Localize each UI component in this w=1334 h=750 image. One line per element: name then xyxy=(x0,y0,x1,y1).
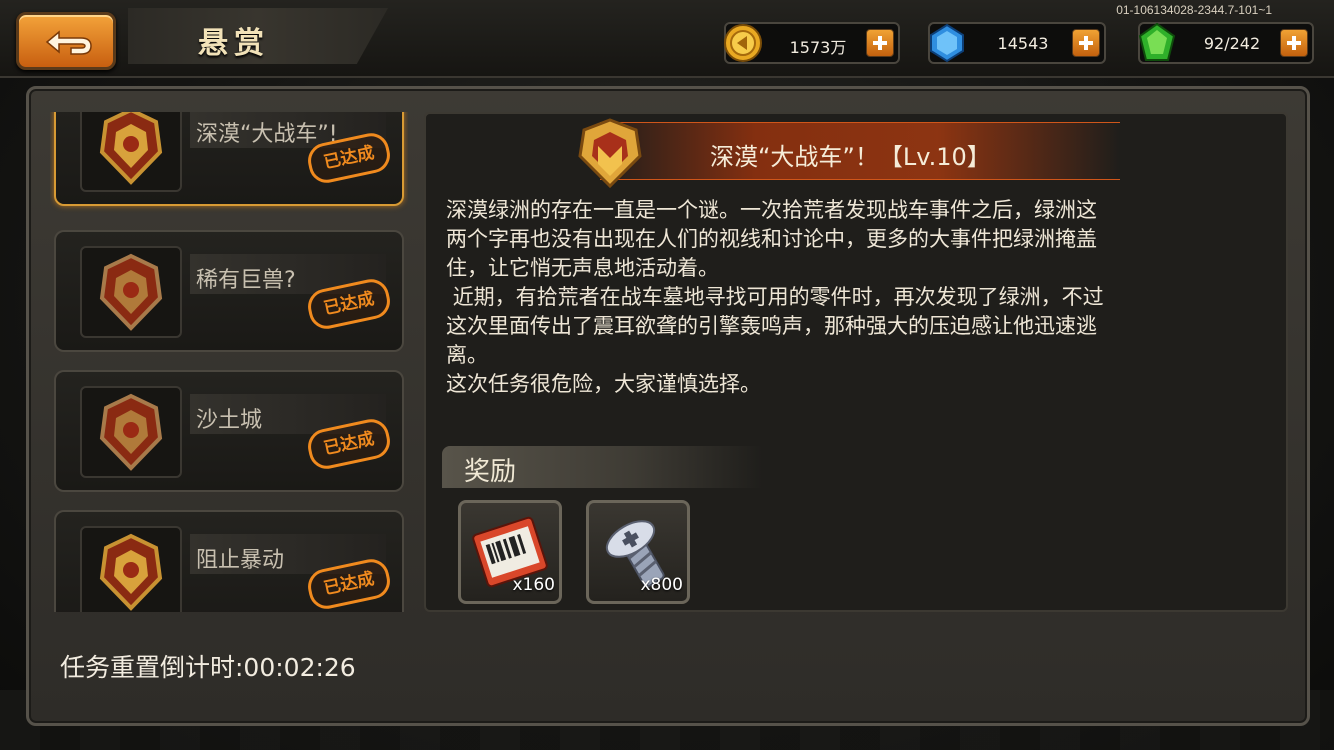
quest-description: 深漠绿洲的存在一直是一个谜。一次拾荒者发现战车事件之后，绿洲这 两个字再也没有出… xyxy=(446,198,1104,396)
blue-gem-icon xyxy=(930,23,964,63)
add-gold-button[interactable] xyxy=(866,29,894,57)
gem-resource: 14543 xyxy=(928,22,1106,64)
quest-detail-title: 深漠“大战车”！【Lv.10】 xyxy=(710,143,991,171)
reward-quantity: x800 xyxy=(640,575,683,595)
return-arrow-icon xyxy=(45,30,92,55)
quest-item-sand-city[interactable]: 沙土城 已达成 xyxy=(54,370,404,492)
reset-countdown: 任务重置倒计时:00:02:26 xyxy=(60,653,356,682)
rank-emblem-icon xyxy=(99,393,163,471)
rank-badge-icon xyxy=(578,118,642,188)
quest-item-stop-riot[interactable]: 阻止暴动 已达成 xyxy=(54,510,404,612)
gem-value: 14543 xyxy=(997,34,1049,53)
add-gem-button[interactable] xyxy=(1072,29,1100,57)
reward-label: 奖励 xyxy=(464,457,517,487)
back-button[interactable] xyxy=(16,12,116,70)
reward-quantity: x160 xyxy=(512,575,555,595)
reward-item-screw[interactable]: x800 xyxy=(586,500,690,604)
energy-resource: 92/242 xyxy=(1138,22,1314,64)
rank-emblem-icon xyxy=(99,533,163,611)
rank-emblem-icon xyxy=(99,112,163,185)
quest-name: 深漠“大战车”! xyxy=(196,122,338,147)
gold-coin-icon xyxy=(724,24,762,62)
quest-item-rare-beast[interactable]: 稀有巨兽? 已达成 xyxy=(54,230,404,352)
reward-item-ticket[interactable]: x160 xyxy=(458,500,562,604)
version-label: 01-106134028-2344.7-101~1 xyxy=(1116,3,1272,17)
gold-value: 1573万 xyxy=(789,38,847,57)
green-energy-icon xyxy=(1138,22,1176,61)
quest-list[interactable]: 深漠“大战车”! 已达成 稀有巨兽? 已达成 沙土城 已达成 阻止暴动 已达成 xyxy=(50,112,408,612)
quest-emblem-slot xyxy=(80,386,182,478)
rank-emblem-icon xyxy=(99,253,163,331)
quest-emblem-slot xyxy=(80,112,182,192)
quest-emblem-slot xyxy=(80,526,182,612)
quest-item-desert-tank[interactable]: 深漠“大战车”! 已达成 xyxy=(54,112,404,206)
quest-name: 阻止暴动 xyxy=(196,548,285,573)
quest-emblem-slot xyxy=(80,246,182,338)
quest-name: 稀有巨兽? xyxy=(196,268,296,293)
add-energy-button[interactable] xyxy=(1280,29,1308,57)
page-title: 悬赏 xyxy=(198,26,270,61)
quest-name: 沙土城 xyxy=(196,408,263,433)
energy-value: 92/242 xyxy=(1203,34,1261,53)
gold-resource: 1573万 xyxy=(724,22,900,64)
